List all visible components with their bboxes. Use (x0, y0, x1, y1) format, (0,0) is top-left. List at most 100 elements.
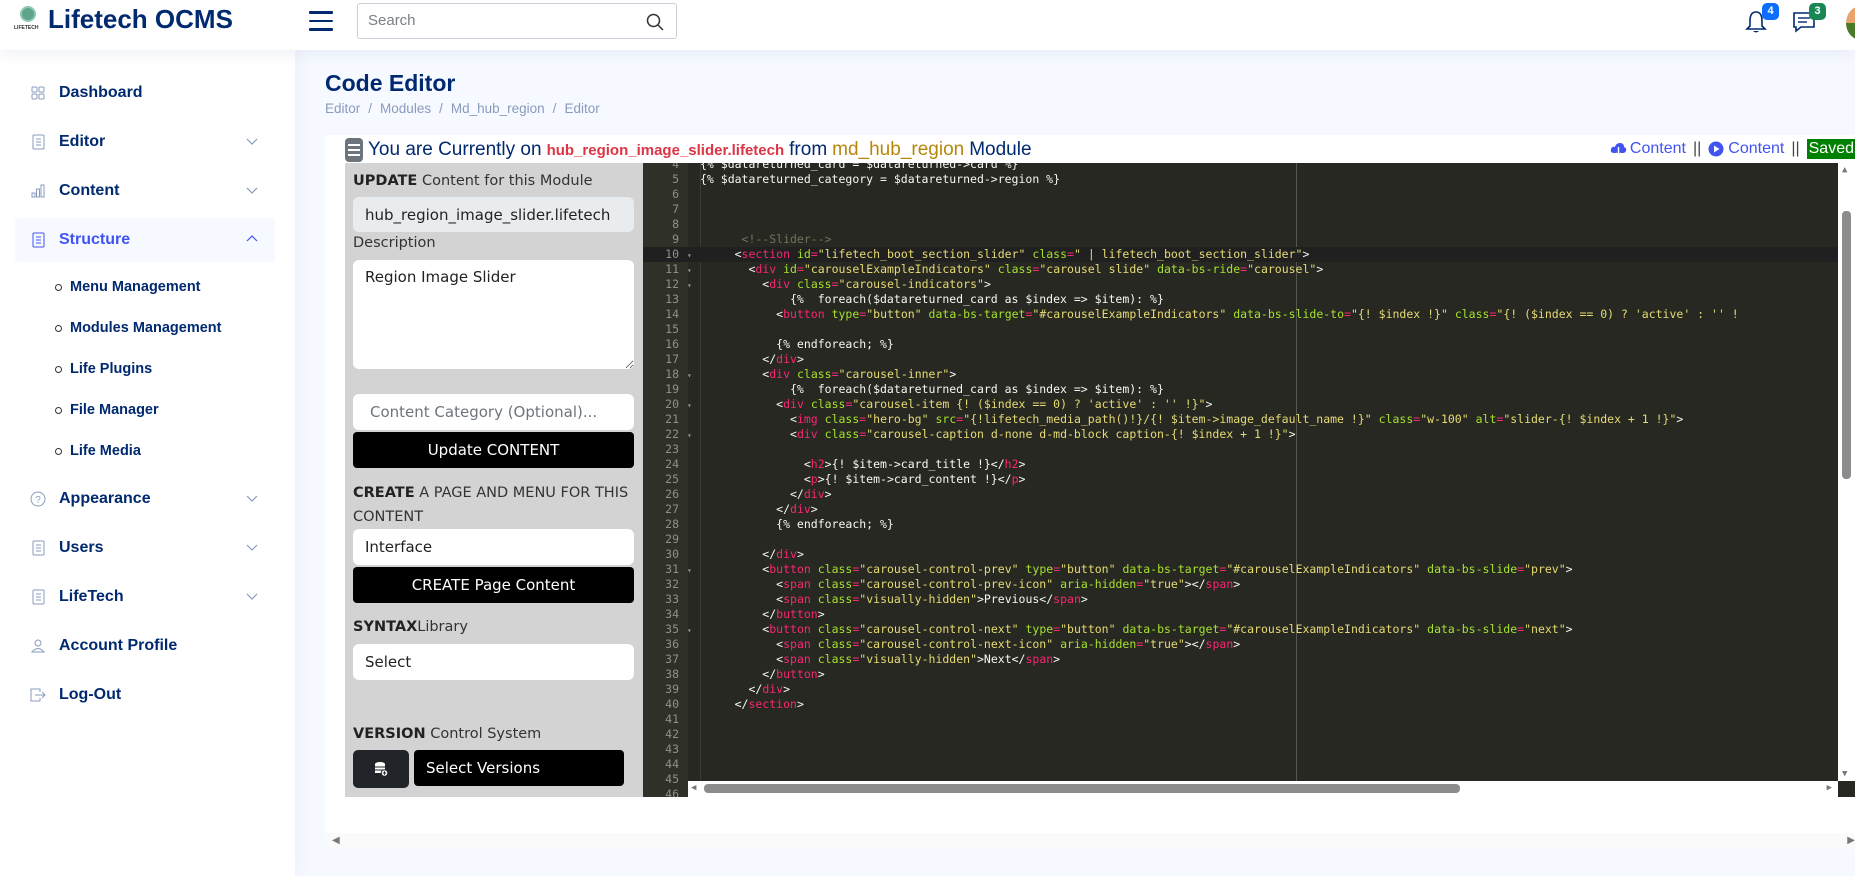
fold-toggle-icon[interactable]: ▾ (687, 428, 692, 443)
editor-horizontal-scrollbar[interactable]: ◀ ▶ (688, 781, 1838, 797)
code-line[interactable]: 20 ▾ <div class="carousel-item {! ($index… (643, 397, 1838, 412)
file-name-field[interactable] (353, 197, 634, 232)
fold-toggle-icon[interactable]: ▾ (687, 623, 692, 638)
code-line[interactable]: 15 (643, 322, 1838, 337)
code-line[interactable]: 14 <button type="button" data-bs-target=… (643, 307, 1838, 322)
code-line[interactable]: 26 </div> (643, 487, 1838, 502)
update-content-button[interactable]: Update CONTENT (353, 432, 634, 468)
code-line[interactable]: 40 </section> (643, 697, 1838, 712)
scrollbar-thumb[interactable] (704, 784, 1460, 793)
sidebar-item-editor[interactable]: Editor (15, 120, 275, 164)
code-line[interactable]: 8 (643, 217, 1838, 232)
sidebar-item-account-profile[interactable]: Account Profile (15, 624, 275, 668)
fold-toggle-icon[interactable]: ▾ (687, 248, 692, 263)
code-line[interactable]: 4 {% $datareturned_card = $datareturned->… (643, 163, 1838, 172)
chevron-up-icon (246, 235, 258, 242)
sidebar-item-lifetech[interactable]: LifeTech (15, 575, 275, 619)
scroll-down-icon[interactable]: ▼ (1842, 769, 1847, 779)
code-line[interactable]: 43 (643, 742, 1838, 757)
sidebar-item-users[interactable]: Users (15, 526, 275, 570)
scroll-left-icon[interactable]: ◀ (332, 835, 340, 846)
code-line[interactable]: 18 ▾ <div class="carousel-inner"> (643, 367, 1838, 382)
fold-toggle-icon[interactable]: ▾ (687, 278, 692, 293)
sidebar-item-structure[interactable]: Structure (15, 218, 275, 262)
search-icon[interactable] (646, 13, 664, 31)
content-category-input[interactable] (353, 394, 634, 430)
code-line[interactable]: 32 <span class="carousel-control-prev-ic… (643, 577, 1838, 592)
code-line[interactable]: 22 ▾ <div class="carousel-caption d-none … (643, 427, 1838, 442)
scroll-left-icon[interactable]: ◀ (691, 783, 696, 793)
toggle-sidebar-button[interactable] (309, 11, 333, 33)
fold-toggle-icon[interactable]: ▾ (687, 563, 692, 578)
interface-input[interactable] (353, 529, 634, 565)
sidebar-subitem-file-manager[interactable]: File Manager (55, 395, 159, 425)
sidebar-subitem-menu-management[interactable]: Menu Management (55, 272, 201, 302)
sidebar-subitem-modules-management[interactable]: Modules Management (55, 313, 221, 343)
code-line[interactable]: 38 </button> (643, 667, 1838, 682)
code-line[interactable]: 16 {% endforeach; %} (643, 337, 1838, 352)
code-line[interactable]: 30 </div> (643, 547, 1838, 562)
code-line[interactable]: 10 ▾ <section id="lifetech_boot_section_s… (643, 247, 1838, 262)
fold-toggle-icon[interactable]: ▾ (687, 263, 692, 278)
code-line[interactable]: 44 (643, 757, 1838, 772)
code-line[interactable]: 34 </button> (643, 607, 1838, 622)
create-page-content-button[interactable]: CREATE Page Content (353, 567, 634, 603)
avatar[interactable] (1846, 6, 1855, 40)
code-line[interactable]: 5 {% $datareturned_category = $datareturn… (643, 172, 1838, 187)
code-line[interactable]: 7 (643, 202, 1838, 217)
version-db-button[interactable] (353, 750, 409, 788)
code-line[interactable]: 23 (643, 442, 1838, 457)
sidebar-item-appearance[interactable]: ? Appearance (15, 477, 275, 521)
code-line[interactable]: 33 <span class="visually-hidden">Previou… (643, 592, 1838, 607)
code-line[interactable]: 17 </div> (643, 352, 1838, 367)
scroll-right-icon[interactable]: ▶ (1847, 835, 1855, 846)
breadcrumb-item[interactable]: Modules (380, 101, 431, 116)
breadcrumb-item[interactable]: Md_hub_region (451, 101, 545, 116)
fold-toggle-icon[interactable]: ▾ (687, 368, 692, 383)
logo[interactable]: LIFETECH Lifetech OCMS (14, 4, 233, 34)
sidebar-item-dashboard[interactable]: Dashboard (15, 71, 275, 115)
code-line[interactable]: 9 <!--Slider--> (643, 232, 1838, 247)
download-content-button[interactable]: Content (1610, 140, 1686, 158)
code-line[interactable]: 11 ▾ <div id="carouselExampleIndicators" … (643, 262, 1838, 277)
sidebar-item-content[interactable]: Content (15, 169, 275, 213)
code-line[interactable]: 24 <h2>{! $item->card_title !}</h2> (643, 457, 1838, 472)
code-line[interactable]: 35 ▾ <button class="carousel-control-next… (643, 622, 1838, 637)
code-line[interactable]: 37 <span class="visually-hidden">Next</s… (643, 652, 1838, 667)
code-line[interactable]: 28 {% endforeach; %} (643, 517, 1838, 532)
sidebar-item-log-out[interactable]: Log-Out (15, 673, 275, 717)
messages-button[interactable]: 3 (1792, 3, 1826, 36)
notifications-button[interactable]: 4 (1745, 3, 1779, 36)
line-number: 46 (665, 787, 679, 797)
code-line[interactable]: 12 ▾ <div class="carousel-indicators"> (643, 277, 1838, 292)
select-versions-button[interactable]: Select Versions (414, 750, 624, 786)
scrollbar-thumb[interactable] (1842, 211, 1851, 479)
person-icon (29, 637, 47, 655)
code-line[interactable]: 41 (643, 712, 1838, 727)
scroll-right-icon[interactable]: ▶ (1827, 783, 1832, 793)
sidebar-subitem-life-media[interactable]: Life Media (55, 436, 141, 466)
syntax-library-select[interactable]: Select (353, 644, 634, 680)
code-line[interactable]: 13 {% foreach($datareturned_card as $ind… (643, 292, 1838, 307)
code-line[interactable]: 31 ▾ <button class="carousel-control-prev… (643, 562, 1838, 577)
code-editor[interactable]: 4 {% $datareturned_card = $datareturned->… (643, 163, 1855, 797)
search-input[interactable] (368, 12, 628, 29)
fold-toggle-icon[interactable]: ▾ (687, 398, 692, 413)
code-line[interactable]: 19 {% foreach($datareturned_card as $ind… (643, 382, 1838, 397)
code-line[interactable]: 25 <p>{! $item->card_content !}</p> (643, 472, 1838, 487)
scroll-up-icon[interactable]: ▲ (1842, 165, 1847, 175)
editor-vertical-scrollbar[interactable]: ▲ ▼ (1838, 163, 1855, 781)
code-line[interactable]: 27 </div> (643, 502, 1838, 517)
code-line[interactable]: 39 </div> (643, 682, 1838, 697)
description-field[interactable]: Region Image Slider (353, 260, 634, 369)
code-line[interactable]: 36 <span class="carousel-control-next-ic… (643, 637, 1838, 652)
code-line[interactable]: 42 (643, 727, 1838, 742)
card-horizontal-scrollbar[interactable]: ◀ ▶ (325, 833, 1855, 849)
code-line[interactable]: 6 (643, 187, 1838, 202)
line-number: 43 (665, 742, 679, 756)
code-line[interactable]: 29 (643, 532, 1838, 547)
preview-content-button[interactable]: Content (1708, 140, 1784, 158)
breadcrumb-item[interactable]: Editor (325, 101, 360, 116)
sidebar-subitem-life-plugins[interactable]: Life Plugins (55, 354, 152, 384)
code-line[interactable]: 21 <img class="hero-bg" src="{!lifetech_… (643, 412, 1838, 427)
